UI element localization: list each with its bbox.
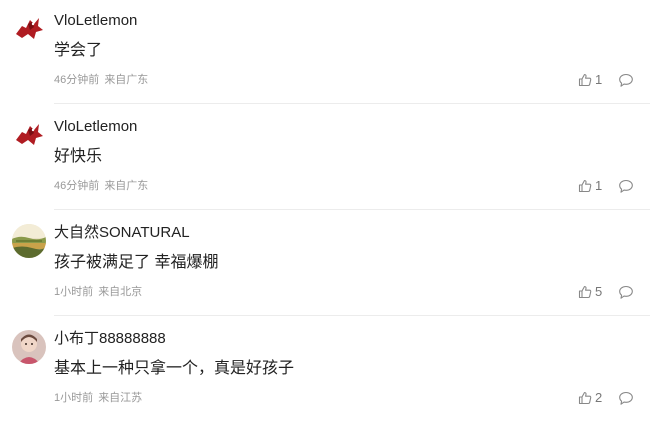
comment-item: 大自然SONATURAL 孩子被满足了 幸福爆棚 1小时前 来自北京 5: [0, 212, 650, 318]
thumbs-up-icon: [578, 391, 592, 405]
landscape-avatar-icon: [12, 224, 46, 258]
comment-text: 基本上一种只拿一个，真是好孩子: [54, 360, 295, 377]
comment-bubble-icon: [619, 285, 633, 299]
thumbs-up-icon: [578, 179, 592, 193]
comment-item: VloLetlemon 好快乐 46分钟前 来自广东 1: [0, 106, 650, 212]
comment-time: 1小时前: [54, 286, 94, 298]
red-bird-avatar-icon: [12, 12, 46, 46]
comment-meta: 1小时前 来自江苏: [54, 391, 142, 405]
comment-time: 1小时前: [54, 392, 94, 404]
comment-item: VloLetlemon 学会了 46分钟前 来自广东 1: [0, 0, 650, 106]
reply-button[interactable]: [618, 73, 634, 88]
divider: [54, 209, 650, 210]
avatar[interactable]: [12, 118, 46, 152]
like-count: 5: [595, 284, 603, 299]
child-photo-avatar-icon: [12, 330, 46, 364]
comment-location: 来自北京: [98, 286, 143, 298]
like-button[interactable]: 5: [578, 284, 602, 300]
username[interactable]: VloLetlemon: [54, 118, 137, 136]
username[interactable]: 大自然SONATURAL: [54, 224, 190, 242]
comment-bubble-icon: [619, 391, 633, 405]
comment-location: 来自广东: [104, 180, 149, 192]
thumbs-up-icon: [578, 73, 592, 87]
comment-location: 来自广东: [104, 74, 149, 86]
comment-time: 46分钟前: [54, 180, 100, 192]
comment-meta: 1小时前 来自北京: [54, 285, 142, 299]
avatar[interactable]: [12, 12, 46, 46]
reply-button[interactable]: [618, 285, 634, 300]
comment-meta: 46分钟前 来自广东: [54, 73, 148, 87]
comment-location: 来自江苏: [98, 392, 143, 404]
divider: [54, 315, 650, 316]
divider: [54, 103, 650, 104]
red-bird-avatar-icon: [12, 118, 46, 152]
like-count: 1: [595, 178, 603, 193]
username[interactable]: VloLetlemon: [54, 12, 137, 30]
comment-item: 小布丁88888888 基本上一种只拿一个，真是好孩子 1小时前 来自江苏 2: [0, 318, 650, 421]
comment-meta: 46分钟前 来自广东: [54, 179, 148, 193]
comment-time: 46分钟前: [54, 74, 100, 86]
comment-list: VloLetlemon 学会了 46分钟前 来自广东 1 VloLetlemon…: [0, 0, 650, 421]
comment-bubble-icon: [619, 179, 633, 193]
avatar[interactable]: [12, 224, 46, 258]
comment-text: 好快乐: [54, 148, 103, 165]
avatar[interactable]: [12, 330, 46, 364]
thumbs-up-icon: [578, 285, 592, 299]
like-count: 1: [595, 72, 603, 87]
like-button[interactable]: 1: [578, 72, 602, 88]
comment-bubble-icon: [619, 73, 633, 87]
comment-text: 孩子被满足了 幸福爆棚: [54, 254, 219, 271]
like-button[interactable]: 2: [578, 390, 602, 406]
reply-button[interactable]: [618, 179, 634, 194]
like-count: 2: [595, 390, 603, 405]
username[interactable]: 小布丁88888888: [54, 330, 166, 348]
reply-button[interactable]: [618, 391, 634, 406]
comment-text: 学会了: [54, 42, 103, 59]
like-button[interactable]: 1: [578, 178, 602, 194]
